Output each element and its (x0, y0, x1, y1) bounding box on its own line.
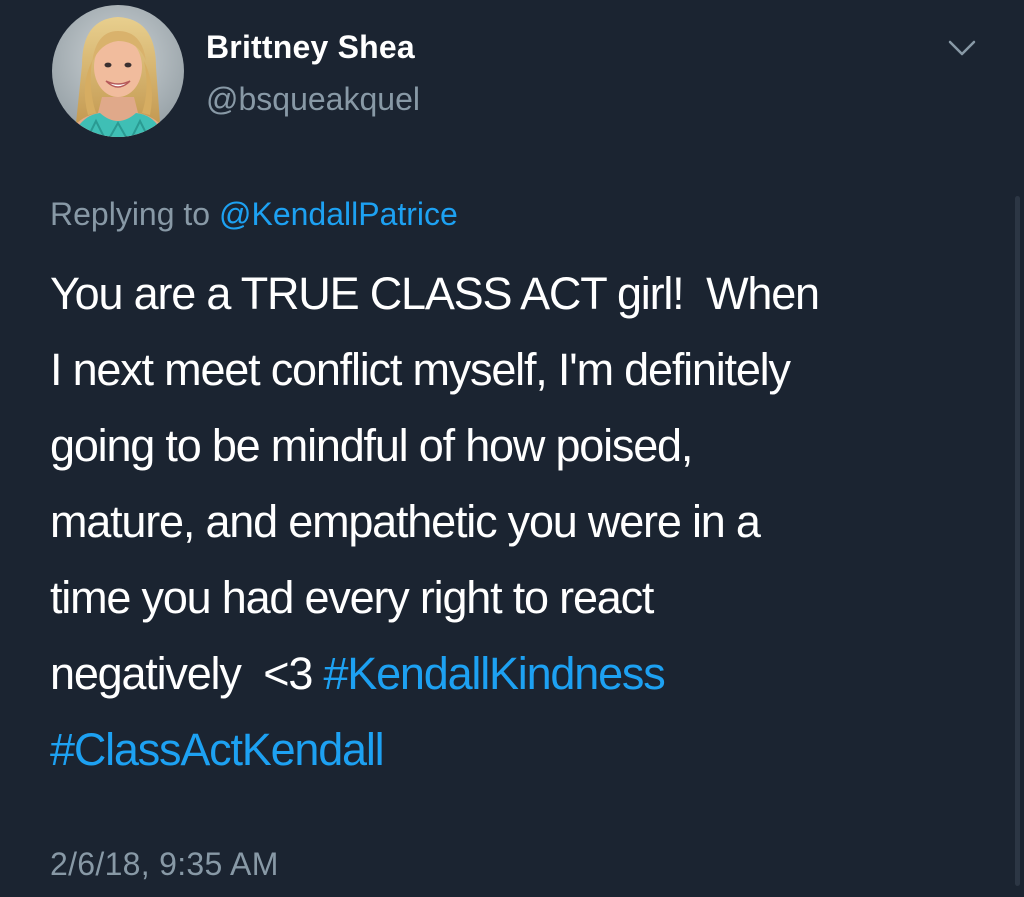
tweet-card: Brittney Shea @bsqueakquel Replying to @… (0, 0, 1024, 897)
tweet-text-line: mature, and empathetic you were in a (50, 496, 761, 547)
tweet-author[interactable]: Brittney Shea @bsqueakquel (206, 26, 420, 120)
avatar-photo (52, 5, 184, 137)
tweet-text-line: going to be mindful of how poised, (50, 420, 693, 471)
scrollbar[interactable] (1015, 196, 1020, 886)
author-display-name[interactable]: Brittney Shea (206, 26, 420, 68)
avatar[interactable] (52, 5, 184, 137)
tweet-text: You are a TRUE CLASS ACT girl! When I ne… (50, 256, 980, 788)
tweet-timestamp[interactable]: 2/6/18, 9:35 AM (50, 842, 279, 886)
tweet-text-line: negatively <3 (50, 648, 324, 699)
reply-mention-link[interactable]: @KendallPatrice (219, 196, 458, 232)
hashtag-link[interactable]: #KendallKindness (323, 648, 665, 699)
chevron-down-icon[interactable] (944, 34, 980, 62)
author-handle[interactable]: @bsqueakquel (206, 78, 420, 120)
replying-to-label: Replying to (50, 196, 219, 232)
hashtag-link[interactable]: #ClassActKendall (50, 724, 385, 775)
replying-to: Replying to @KendallPatrice (50, 192, 458, 236)
tweet-text-line: I next meet conflict myself, I'm definit… (50, 344, 791, 395)
tweet-text-line: You are a TRUE CLASS ACT girl! When (50, 268, 820, 319)
tweet-text-line: time you had every right to react (50, 572, 654, 623)
